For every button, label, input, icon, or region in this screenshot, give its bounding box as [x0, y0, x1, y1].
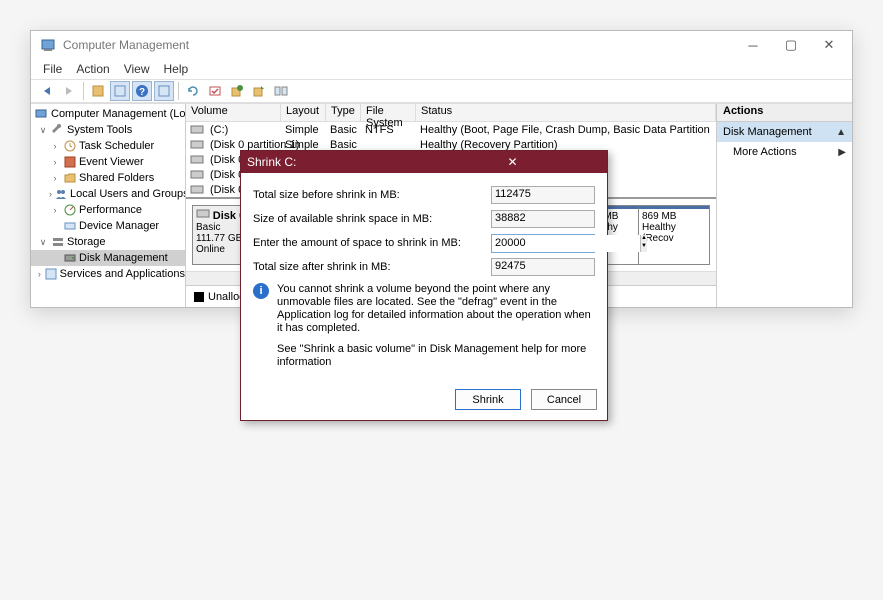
help-icon[interactable]: ? — [132, 81, 152, 101]
wrench-icon — [51, 123, 65, 137]
tree-system-tools[interactable]: System Tools — [67, 124, 132, 136]
col-layout[interactable]: Layout — [281, 104, 326, 121]
amount-label: Enter the amount of space to shrink in M… — [253, 237, 491, 249]
menu-view[interactable]: View — [118, 62, 156, 76]
minimize-button[interactable]: ─ — [734, 31, 772, 59]
shrink-button[interactable]: Shrink — [455, 389, 521, 410]
total-before-value: 112475 — [491, 186, 595, 204]
tree-task-scheduler[interactable]: Task Scheduler — [79, 140, 154, 152]
info-text-2: See "Shrink a basic volume" in Disk Mana… — [277, 343, 595, 369]
tree-services[interactable]: Services and Applications — [60, 268, 185, 280]
svg-text:?: ? — [139, 87, 145, 98]
total-after-value: 92475 — [491, 258, 595, 276]
content-pane: Volume Layout Type File System Status (C… — [186, 104, 717, 307]
device-icon — [63, 219, 77, 233]
amount-spinner[interactable]: ▲▼ — [640, 235, 647, 252]
forward-button[interactable] — [59, 81, 79, 101]
collapse-icon: ▲ — [836, 127, 846, 138]
maximize-button[interactable]: ▢ — [772, 31, 810, 59]
tree-shared-folders[interactable]: Shared Folders — [79, 172, 154, 184]
main-window: Computer Management ─ ▢ ✕ File Action Vi… — [30, 30, 853, 308]
volume-icon — [190, 140, 210, 150]
actions-disk-management[interactable]: Disk Management▲ — [717, 122, 852, 142]
col-status[interactable]: Status — [416, 104, 716, 121]
shrink-amount-input[interactable] — [492, 235, 640, 252]
folder-icon — [63, 171, 77, 185]
dialog-close-button[interactable]: ✕ — [424, 155, 601, 169]
users-icon — [54, 187, 68, 201]
tree-storage[interactable]: Storage — [67, 236, 106, 248]
refresh-icon[interactable] — [183, 81, 203, 101]
toolbar-icon-6[interactable] — [249, 81, 269, 101]
shrink-dialog: Shrink C: ✕ Total size before shrink in … — [240, 150, 608, 421]
menu-action[interactable]: Action — [70, 62, 115, 76]
app-icon — [41, 37, 57, 53]
volume-icon — [190, 170, 210, 180]
toolbar-icon-2[interactable] — [110, 81, 130, 101]
volume-icon — [190, 125, 210, 135]
event-icon — [63, 155, 77, 169]
toolbar-icon-3[interactable] — [154, 81, 174, 101]
performance-icon — [63, 203, 77, 217]
toolbar-icon-4[interactable] — [205, 81, 225, 101]
computer-icon — [35, 107, 49, 121]
actions-header: Actions — [717, 104, 852, 122]
toolbar-icon-1[interactable] — [88, 81, 108, 101]
col-volume[interactable]: Volume — [186, 104, 281, 121]
col-filesystem[interactable]: File System — [361, 104, 416, 121]
col-type[interactable]: Type — [326, 104, 361, 121]
dialog-title: Shrink C: — [247, 155, 424, 169]
chevron-right-icon: ▶ — [838, 147, 846, 158]
volume-list-header[interactable]: Volume Layout Type File System Status — [186, 104, 716, 122]
disk-icon — [63, 251, 77, 265]
volume-icon — [190, 185, 210, 195]
toolbar-icon-5[interactable] — [227, 81, 247, 101]
menu-bar: File Action View Help — [31, 59, 852, 79]
available-label: Size of available shrink space in MB: — [253, 213, 491, 225]
info-icon: i — [253, 283, 269, 299]
toolbar: ? — [31, 79, 852, 103]
total-before-label: Total size before shrink in MB: — [253, 189, 491, 201]
titlebar: Computer Management ─ ▢ ✕ — [31, 31, 852, 59]
tree-device-manager[interactable]: Device Manager — [79, 220, 159, 232]
tree-event-viewer[interactable]: Event Viewer — [79, 156, 144, 168]
partition[interactable]: 869 MBHealthy (Recov — [639, 206, 709, 264]
close-button[interactable]: ✕ — [810, 31, 848, 59]
total-after-label: Total size after shrink in MB: — [253, 261, 491, 273]
tree-root[interactable]: Computer Management (Local — [51, 108, 186, 120]
back-button[interactable] — [37, 81, 57, 101]
cancel-button[interactable]: Cancel — [531, 389, 597, 410]
info-text-1: You cannot shrink a volume beyond the po… — [277, 283, 595, 335]
menu-help[interactable]: Help — [158, 62, 195, 76]
clock-icon — [63, 139, 77, 153]
volume-icon — [190, 155, 210, 165]
nav-tree[interactable]: Computer Management (Local ∨System Tools… — [31, 104, 186, 307]
actions-more[interactable]: More Actions▶ — [717, 142, 852, 162]
available-value: 38882 — [491, 210, 595, 228]
menu-file[interactable]: File — [37, 62, 68, 76]
volume-row[interactable]: (C:)SimpleBasicNTFSHealthy (Boot, Page F… — [186, 122, 716, 137]
tree-disk-management[interactable]: Disk Management — [79, 252, 168, 264]
dialog-titlebar[interactable]: Shrink C: ✕ — [241, 151, 607, 173]
storage-icon — [51, 235, 65, 249]
actions-pane: Actions Disk Management▲ More Actions▶ — [717, 104, 852, 307]
services-icon — [44, 267, 58, 281]
tree-performance[interactable]: Performance — [79, 204, 142, 216]
tree-local-users[interactable]: Local Users and Groups — [70, 188, 186, 200]
window-title: Computer Management — [63, 38, 734, 52]
toolbar-icon-7[interactable] — [271, 81, 291, 101]
